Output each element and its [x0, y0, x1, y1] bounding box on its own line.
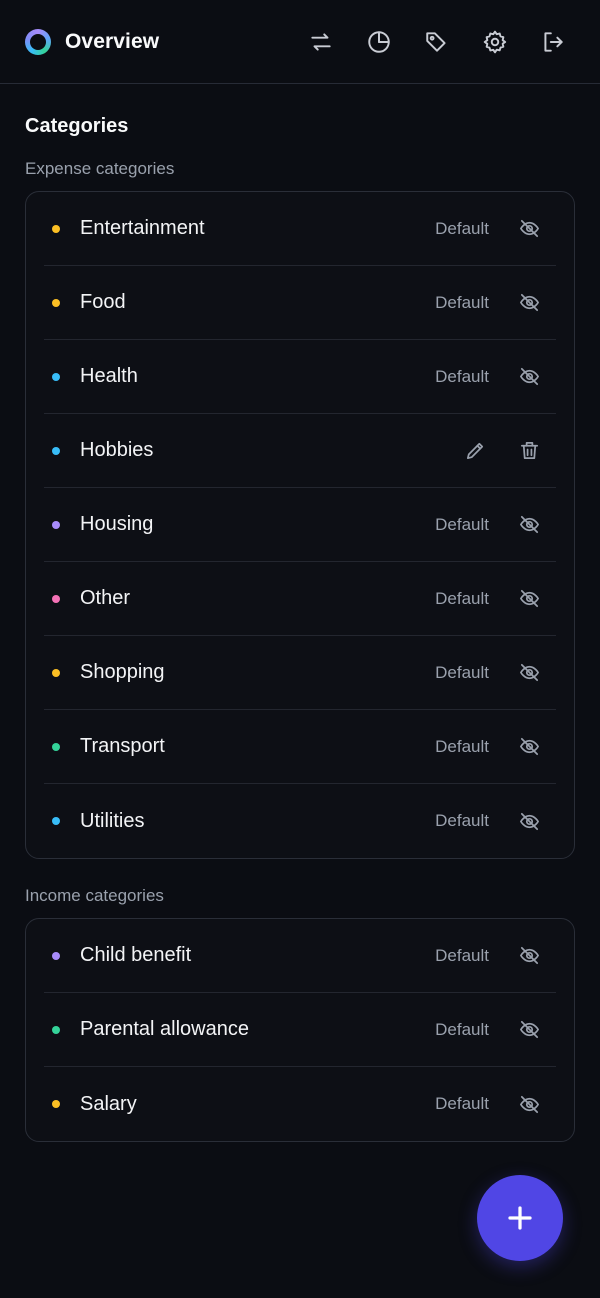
main-content: Categories Expense categories Entertainm…	[0, 114, 600, 1142]
default-badge: Default	[435, 1019, 489, 1039]
logout-icon[interactable]	[540, 29, 566, 55]
category-name: Hobbies	[80, 439, 154, 461]
eye-off-icon[interactable]	[517, 809, 541, 833]
category-name: Parental allowance	[80, 1018, 249, 1040]
eye-off-icon[interactable]	[517, 291, 541, 315]
category-color-dot	[52, 742, 60, 751]
default-badge: Default	[435, 588, 489, 608]
category-row[interactable]: Parental allowance Default	[44, 993, 556, 1067]
category-actions: Default	[435, 513, 541, 537]
default-badge: Default	[435, 218, 489, 238]
income-category-list: Child benefit Default Parental allowance De…	[25, 918, 575, 1142]
category-name: Salary	[80, 1092, 137, 1115]
add-category-button[interactable]	[477, 1175, 563, 1261]
category-actions	[463, 439, 541, 463]
category-color-dot	[52, 594, 60, 603]
category-name: Shopping	[80, 661, 165, 683]
eye-off-icon[interactable]	[517, 217, 541, 241]
category-color-dot	[52, 1100, 60, 1108]
category-row[interactable]: Health Default	[44, 340, 556, 414]
category-color-dot	[52, 520, 60, 529]
category-actions: Default	[435, 217, 541, 241]
eye-off-icon[interactable]	[517, 587, 541, 611]
category-actions: Default	[435, 1092, 541, 1116]
page-title: Categories	[25, 115, 129, 137]
pie-chart-icon[interactable]	[366, 29, 392, 55]
category-name: Entertainment	[80, 217, 205, 239]
category-row[interactable]: Transport Default	[44, 710, 556, 784]
eye-off-icon[interactable]	[517, 365, 541, 389]
category-actions: Default	[435, 1018, 541, 1042]
eye-off-icon[interactable]	[517, 944, 541, 968]
category-color-dot	[52, 224, 60, 233]
category-color-dot	[52, 446, 60, 455]
default-badge: Default	[435, 811, 489, 830]
category-actions: Default	[435, 291, 541, 315]
default-badge: Default	[435, 945, 489, 965]
category-row[interactable]: Child benefit Default	[44, 919, 556, 993]
app-title: Overview	[65, 29, 160, 53]
eye-off-icon[interactable]	[517, 735, 541, 759]
category-name: Child benefit	[80, 944, 192, 966]
category-color-dot	[52, 1025, 60, 1034]
plus-icon	[508, 1206, 532, 1230]
default-badge: Default	[435, 662, 489, 682]
category-row[interactable]: Other Default	[44, 562, 556, 636]
category-name: Food	[80, 291, 126, 313]
category-actions: Default	[435, 587, 541, 611]
category-actions: Default	[435, 809, 541, 833]
category-row[interactable]: Housing Default	[44, 488, 556, 562]
income-section-label: Income categories	[25, 886, 164, 905]
category-row[interactable]: Food Default	[44, 266, 556, 340]
category-color-dot	[52, 298, 60, 307]
category-color-dot	[52, 668, 60, 677]
trash-icon[interactable]	[517, 439, 541, 463]
category-row[interactable]: Salary Default	[44, 1067, 556, 1141]
category-actions: Default	[435, 944, 541, 968]
app-header: Overview	[0, 0, 600, 84]
expense-category-list: Entertainment Default Food Default Health Def…	[25, 191, 575, 859]
default-badge: Default	[435, 736, 489, 756]
category-row[interactable]: Shopping Default	[44, 636, 556, 710]
category-row[interactable]: Hobbies	[44, 414, 556, 488]
eye-off-icon[interactable]	[517, 661, 541, 685]
category-name: Other	[80, 587, 131, 609]
tag-icon[interactable]	[424, 29, 450, 55]
category-color-dot	[52, 817, 60, 825]
pencil-icon[interactable]	[463, 439, 487, 463]
expense-section-label: Expense categories	[25, 159, 175, 178]
category-color-dot	[52, 372, 60, 381]
category-row[interactable]: Utilities Default	[44, 784, 556, 858]
settings-icon[interactable]	[482, 29, 508, 55]
category-actions: Default	[435, 735, 541, 759]
transactions-icon[interactable]	[308, 29, 334, 55]
default-badge: Default	[435, 292, 489, 312]
default-badge: Default	[435, 366, 489, 386]
category-actions: Default	[435, 365, 541, 389]
category-name: Health	[80, 365, 138, 387]
category-name: Utilities	[80, 809, 145, 832]
eye-off-icon[interactable]	[517, 1092, 541, 1116]
category-name: Transport	[80, 735, 165, 757]
app-logo	[25, 28, 51, 55]
header-nav	[308, 29, 566, 55]
category-name: Housing	[80, 513, 154, 535]
category-color-dot	[52, 951, 60, 960]
default-badge: Default	[435, 1094, 489, 1113]
eye-off-icon[interactable]	[517, 1018, 541, 1042]
category-row[interactable]: Entertainment Default	[44, 192, 556, 266]
category-actions: Default	[435, 661, 541, 685]
eye-off-icon[interactable]	[517, 513, 541, 537]
default-badge: Default	[435, 514, 489, 534]
